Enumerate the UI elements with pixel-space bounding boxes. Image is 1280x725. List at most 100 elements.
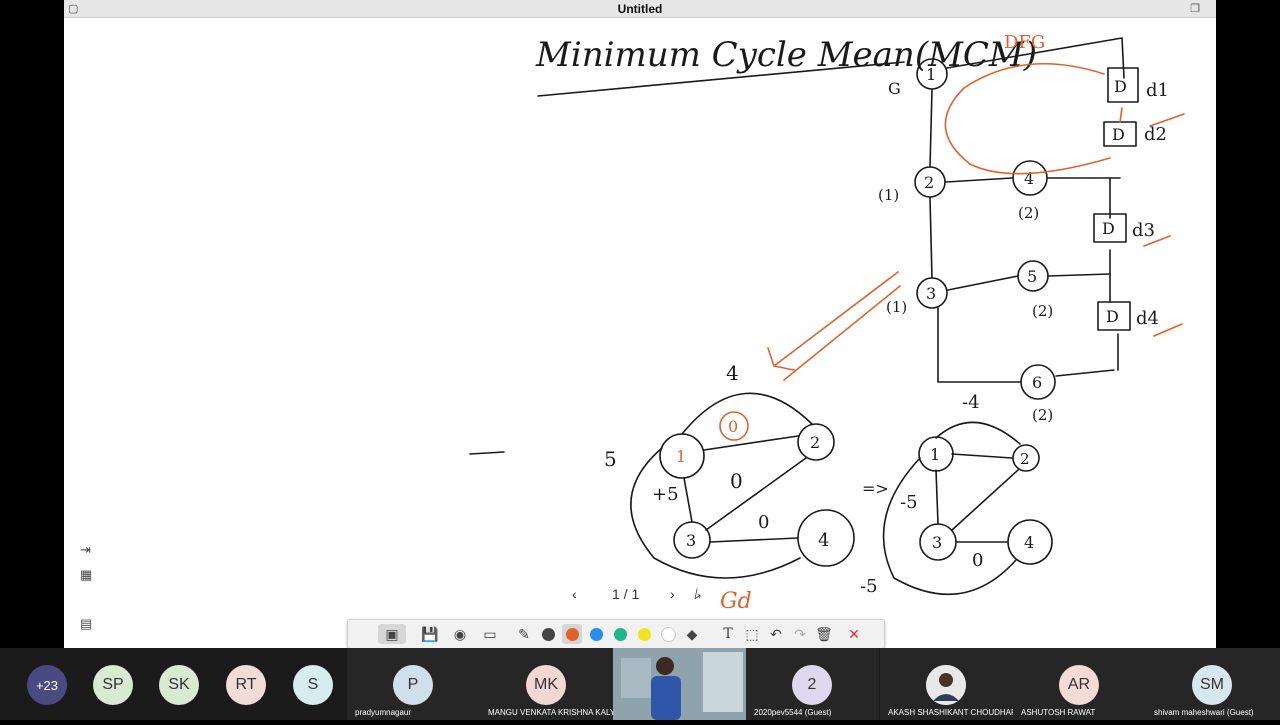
close-toolbar-icon[interactable]: ✕ bbox=[844, 624, 864, 644]
title-bar: ▢ Untitled ❐ bbox=[64, 0, 1216, 18]
rg-weight-3: -5 bbox=[860, 576, 878, 597]
participant-tile[interactable]: SP bbox=[93, 648, 133, 720]
dfg-graph: 1 2 3 4 5 6 G (1) (1) (2) (2) (2) D D D … bbox=[767, 37, 1185, 424]
gd-weight-4: +5 bbox=[652, 484, 679, 505]
delay-d4: d4 bbox=[1136, 308, 1159, 329]
profile-photo-icon bbox=[926, 665, 966, 705]
weight-node-2: (1) bbox=[878, 186, 899, 204]
avatar: +23 bbox=[27, 665, 67, 705]
node-4-label: 4 bbox=[1024, 169, 1034, 188]
whiteboard-window: ▢ Untitled ❐ Minimum Cycle Mean(MCM) DFG… bbox=[64, 0, 1216, 648]
toolbox-icon[interactable]: ▭ bbox=[480, 624, 500, 644]
participant-name: AKASH SHASHIKANT CHOUDHARY bbox=[888, 708, 1022, 717]
speaker-video bbox=[613, 648, 746, 720]
participant-name: ASHUTOSH RAWAT bbox=[1021, 708, 1096, 717]
participant-tile[interactable]: SM shivam maheshwari (Guest) bbox=[1146, 648, 1280, 720]
avatar bbox=[926, 665, 966, 705]
participant-tile[interactable]: MK MANGU VENKATA KRISHNA KALYAN bbox=[480, 648, 626, 720]
avatar: SM bbox=[1192, 665, 1232, 705]
weight-node-6: (2) bbox=[1032, 406, 1053, 424]
participant-tile[interactable]: SK bbox=[159, 648, 199, 720]
node-3-label: 3 bbox=[926, 284, 936, 303]
avatar: AR bbox=[1059, 665, 1099, 705]
rg-top-weight: -4 bbox=[962, 392, 980, 413]
whiteboard-drawing[interactable]: Minimum Cycle Mean(MCM) DFG 1 2 3 4 5 6 … bbox=[64, 18, 1216, 648]
gd-left-weight: 5 bbox=[604, 447, 617, 471]
dfg-label: DFG bbox=[1004, 32, 1045, 53]
weight-node-3: (1) bbox=[886, 298, 907, 316]
avatar: RT bbox=[226, 665, 266, 705]
participant-tile[interactable]: AKASH SHASHIKANT CHOUDHARY bbox=[880, 648, 1022, 720]
notes-icon[interactable]: ▤ bbox=[80, 616, 92, 632]
pen-icon[interactable]: ✎ bbox=[514, 624, 534, 644]
previous-page-icon[interactable]: ‹ bbox=[572, 586, 577, 602]
color-black[interactable] bbox=[538, 624, 558, 644]
gd-weight-3: 0 bbox=[758, 512, 769, 533]
eraser-icon[interactable]: ◆ bbox=[682, 624, 702, 644]
restore-window-icon[interactable]: ❐ bbox=[1190, 2, 1200, 15]
gd-node-3: 3 bbox=[686, 531, 696, 550]
color-white[interactable] bbox=[658, 624, 678, 644]
undo-icon[interactable]: ↶ bbox=[766, 624, 786, 644]
participant-name: MANGU VENKATA KRISHNA KALYAN bbox=[488, 708, 626, 717]
redo-icon[interactable]: ↷ bbox=[790, 624, 810, 644]
heading-text: Minimum Cycle Mean(MCM) bbox=[535, 35, 1037, 75]
delay-box-3-label: D bbox=[1102, 219, 1115, 238]
next-page-icon[interactable]: › bbox=[670, 586, 675, 602]
avatar: SP bbox=[93, 665, 133, 705]
gd-graph-left: 1 2 3 4 0 4 5 0 0 +5 Gd bbox=[469, 361, 855, 614]
delay-box-2-label: D bbox=[1112, 125, 1125, 144]
delay-d1: d1 bbox=[1146, 80, 1169, 101]
participant-tile[interactable]: P pradyumnagaur bbox=[347, 648, 480, 720]
participants-strip: +23 SP SK RT S P pradyumnagaur MK MANGU … bbox=[0, 648, 1280, 720]
node-6-label: 6 bbox=[1032, 373, 1042, 392]
node-2-label: 2 bbox=[924, 173, 934, 192]
select-icon[interactable]: ⬚ bbox=[742, 624, 762, 644]
presentation-icon[interactable]: ▣ bbox=[378, 624, 406, 644]
save-icon[interactable]: 💾 bbox=[420, 624, 440, 644]
participant-tile[interactable]: RT bbox=[226, 648, 266, 720]
rg-node-1: 1 bbox=[930, 445, 940, 464]
node-1-label: 1 bbox=[926, 65, 936, 84]
avatar: MK bbox=[526, 665, 566, 705]
rg-node-3: 3 bbox=[932, 533, 942, 552]
avatar: SK bbox=[159, 665, 199, 705]
rg-weight-2: 0 bbox=[972, 550, 983, 571]
gd-node-4: 4 bbox=[818, 530, 829, 551]
color-red[interactable] bbox=[562, 624, 582, 644]
transform-arrow: => bbox=[862, 479, 889, 498]
whiteboard-canvas[interactable]: Minimum Cycle Mean(MCM) DFG 1 2 3 4 5 6 … bbox=[64, 18, 1216, 648]
node-5-label: 5 bbox=[1027, 267, 1037, 286]
participant-tile[interactable]: S bbox=[293, 648, 333, 720]
gd-node-1: 1 bbox=[676, 447, 686, 466]
gd-label: Gd bbox=[720, 589, 752, 614]
speaker-video-tile[interactable] bbox=[613, 648, 746, 720]
participant-name: pradyumnagaur bbox=[355, 708, 412, 717]
weight-node-4: (2) bbox=[1018, 204, 1039, 222]
gd-node-2: 2 bbox=[810, 433, 820, 452]
participant-tile[interactable]: +23 bbox=[0, 648, 94, 720]
rg-node-2: 2 bbox=[1020, 450, 1030, 468]
grid-view-icon[interactable]: ▦ bbox=[80, 567, 92, 583]
text-tool-icon[interactable]: T bbox=[718, 624, 738, 644]
window-title: Untitled bbox=[617, 2, 663, 16]
camera-icon[interactable]: ◉ bbox=[450, 624, 470, 644]
participant-name: shivam maheshwari (Guest) bbox=[1154, 708, 1254, 717]
color-blue[interactable] bbox=[586, 624, 606, 644]
delete-icon[interactable]: 🗑 bbox=[814, 624, 834, 644]
share-screen-icon[interactable]: ⇥ bbox=[80, 542, 91, 558]
gd-weight-2: 0 bbox=[730, 469, 743, 493]
avatar: P bbox=[393, 665, 433, 705]
color-yellow[interactable] bbox=[634, 624, 654, 644]
gd-weight-1: 0 bbox=[728, 417, 738, 436]
delay-box-4-label: D bbox=[1106, 307, 1119, 326]
participant-tile[interactable]: 2 2020pev5544 (Guest) bbox=[746, 648, 879, 720]
avatar: S bbox=[293, 665, 333, 705]
gd-top-weight: 4 bbox=[726, 361, 739, 385]
annotation-toolbar: ▣ 💾 ◉ ▭ ✎ ◆ T ⬚ ↶ ↷ 🗑 ✕ bbox=[347, 619, 885, 649]
add-page-icon[interactable]: ⭞ bbox=[694, 586, 701, 603]
participant-tile[interactable]: AR ASHUTOSH RAWAT bbox=[1013, 648, 1146, 720]
color-green[interactable] bbox=[610, 624, 630, 644]
weight-node-5: (2) bbox=[1032, 302, 1053, 320]
rg-node-4: 4 bbox=[1024, 533, 1034, 552]
